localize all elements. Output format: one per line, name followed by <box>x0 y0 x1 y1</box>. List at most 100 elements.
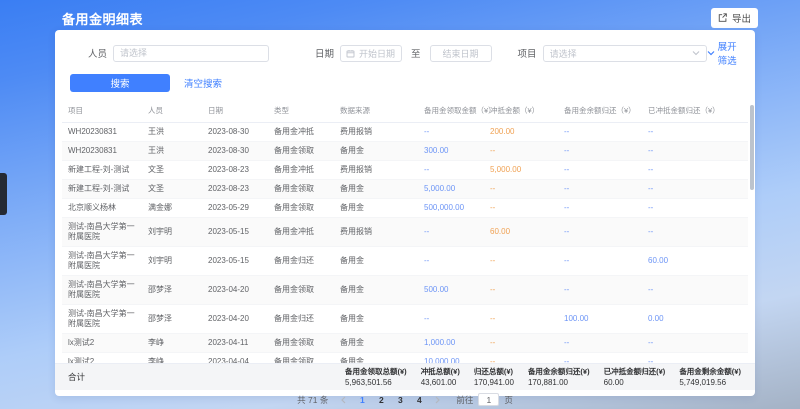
summary-item-value: 170,941.00 <box>474 377 514 388</box>
summary-item-value: 60.00 <box>604 377 666 388</box>
cell-person: 邵梦泽 <box>142 305 202 334</box>
cell-project: WH20230831 <box>62 142 142 161</box>
cell-project: lx测试2 <box>62 334 142 353</box>
cell-received-amount: -- <box>418 305 484 334</box>
cell-offset-amount: -- <box>484 276 558 305</box>
cell-balance-returned: -- <box>558 334 642 353</box>
cell-person: 满金娜 <box>142 199 202 218</box>
cell-balance-returned: 100.00 <box>558 305 642 334</box>
cell-project: 测试-南昌大学第一附属医院 <box>62 218 142 247</box>
table-row: 测试-南昌大学第一附属医院邵梦泽2023-04-20备用金归还备用金----10… <box>62 305 748 334</box>
cell-offset-returned: 60.00 <box>642 247 748 276</box>
cell-type: 备用金冲抵 <box>268 218 334 247</box>
page-number-button[interactable]: 3 <box>393 395 407 405</box>
summary-item-label: 冲抵总额(¥) <box>421 367 460 377</box>
cell-offset-returned: -- <box>642 276 748 305</box>
cell-person: 文圣 <box>142 180 202 199</box>
summary-item-label: 备用金剩余金额(¥) <box>679 367 741 377</box>
cell-person: 文圣 <box>142 161 202 180</box>
cell-type: 备用金领取 <box>268 142 334 161</box>
date-filter: 日期 开始日期 至 结束日期 <box>315 45 492 62</box>
expand-filters-link[interactable]: 展开筛选 <box>707 39 745 67</box>
cell-person: 王洪 <box>142 123 202 142</box>
cell-date: 2023-04-04 <box>202 353 268 364</box>
table-row: lx测试2李峥2023-04-04备用金领取备用金10,000.00------ <box>62 353 748 364</box>
cell-type: 备用金领取 <box>268 334 334 353</box>
table-row: 测试-南昌大学第一附属医院邵梦泽2023-04-20备用金领取备用金500.00… <box>62 276 748 305</box>
summary-item: 归还总额(¥)170,941.00 <box>474 367 514 388</box>
table-body: WH20230831王洪2023-08-30备用金冲抵费用报销--200.00-… <box>62 123 748 364</box>
cell-balance-returned: -- <box>558 161 642 180</box>
cell-received-amount: -- <box>418 123 484 142</box>
summary-item: 备用金余额归还(¥)170,881.00 <box>528 367 590 388</box>
cell-balance-returned: -- <box>558 218 642 247</box>
table-header-row: 项目 人员 日期 类型 数据来源 备用金领取金额（¥） 冲抵金额（¥） 备用金余… <box>62 99 748 123</box>
cell-date: 2023-04-20 <box>202 305 268 334</box>
cell-offset-returned: -- <box>642 218 748 247</box>
table-row: 北京顺义杨林满金娜2023-05-29备用金领取备用金500,000.00---… <box>62 199 748 218</box>
table-row: 新建工程-刘-测试文圣2023-08-23备用金领取备用金5,000.00---… <box>62 180 748 199</box>
cell-offset-returned: -- <box>642 199 748 218</box>
next-page-button[interactable] <box>431 396 443 404</box>
cell-received-amount: 10,000.00 <box>418 353 484 364</box>
cell-date: 2023-08-30 <box>202 123 268 142</box>
cell-offset-returned: -- <box>642 161 748 180</box>
prev-page-button[interactable] <box>338 396 350 404</box>
cell-balance-returned: -- <box>558 353 642 364</box>
data-table-container: 项目 人员 日期 类型 数据来源 备用金领取金额（¥） 冲抵金额（¥） 备用金余… <box>62 99 748 363</box>
calendar-icon <box>346 49 355 58</box>
cell-source: 备用金 <box>334 247 418 276</box>
summary-item: 备用金领取总额(¥)5,963,501.56 <box>345 367 407 388</box>
summary-item-value: 43,601.00 <box>421 377 460 388</box>
goto-page-input[interactable] <box>478 393 499 406</box>
pagination-total: 共 71 条 <box>297 394 328 406</box>
start-date-input[interactable]: 开始日期 <box>340 45 402 62</box>
export-button[interactable]: 导出 <box>711 8 758 28</box>
action-bar: 搜索 清空搜索 <box>55 74 755 92</box>
pagination-pages: 1234 <box>355 395 426 405</box>
table-scrollbar[interactable] <box>750 105 754 190</box>
cell-source: 备用金 <box>334 305 418 334</box>
cell-project: 新建工程-刘-测试 <box>62 161 142 180</box>
person-filter: 人员 <box>88 45 269 62</box>
page-number-button[interactable]: 1 <box>355 395 369 405</box>
search-button[interactable]: 搜索 <box>70 74 170 92</box>
column-header-received-amount: 备用金领取金额（¥） <box>418 99 484 123</box>
column-header-project: 项目 <box>62 99 142 123</box>
summary-item: 已冲抵金额归还(¥)60.00 <box>604 367 666 388</box>
page-number-button[interactable]: 2 <box>374 395 388 405</box>
cell-type: 备用金归还 <box>268 305 334 334</box>
cell-source: 备用金 <box>334 353 418 364</box>
cell-project: 测试-南昌大学第一附属医院 <box>62 247 142 276</box>
project-filter-select[interactable]: 请选择 <box>543 45 707 62</box>
page-number-button[interactable]: 4 <box>412 395 426 405</box>
cell-balance-returned: -- <box>558 142 642 161</box>
cell-offset-amount: -- <box>484 334 558 353</box>
summary-row: 合计 备用金领取总额(¥)5,963,501.56冲抵总额(¥)43,601.0… <box>55 363 755 390</box>
cell-date: 2023-04-11 <box>202 334 268 353</box>
cell-type: 备用金领取 <box>268 180 334 199</box>
page-unit-label: 页 <box>504 394 513 406</box>
cell-person: 邵梦泽 <box>142 276 202 305</box>
cell-date: 2023-05-15 <box>202 247 268 276</box>
column-header-person: 人员 <box>142 99 202 123</box>
cell-balance-returned: -- <box>558 180 642 199</box>
chevron-down-icon <box>692 49 700 57</box>
date-range-separator: 至 <box>411 46 421 60</box>
end-date-input[interactable]: 结束日期 <box>430 45 492 62</box>
cell-date: 2023-05-15 <box>202 218 268 247</box>
export-button-label: 导出 <box>732 11 751 25</box>
cell-person: 李峥 <box>142 353 202 364</box>
clear-search-link[interactable]: 清空搜索 <box>184 76 222 90</box>
cell-received-amount: -- <box>418 218 484 247</box>
cell-offset-returned: -- <box>642 142 748 161</box>
person-filter-input[interactable] <box>113 45 269 62</box>
date-filter-label: 日期 <box>315 46 334 60</box>
side-drawer-handle[interactable] <box>0 173 7 215</box>
project-select-placeholder: 请选择 <box>550 47 692 60</box>
table-row: 测试-南昌大学第一附属医院刘宇明2023-05-15备用金冲抵费用报销--60.… <box>62 218 748 247</box>
cell-person: 李峥 <box>142 334 202 353</box>
cell-source: 费用报销 <box>334 123 418 142</box>
cell-source: 费用报销 <box>334 161 418 180</box>
summary-item-value: 5,749,019.56 <box>679 377 741 388</box>
